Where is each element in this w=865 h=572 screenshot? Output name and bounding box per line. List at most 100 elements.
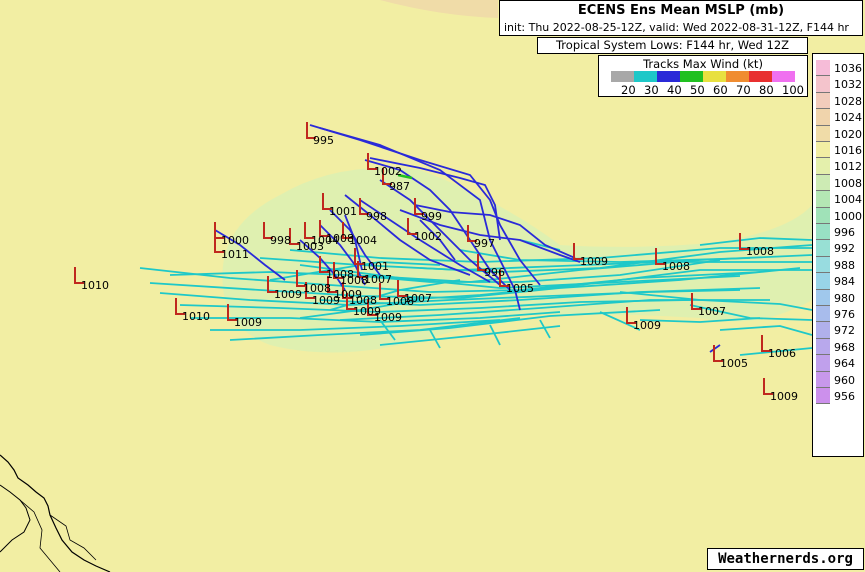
colorbar-cell: [816, 388, 830, 405]
low-pressure-label: 1010: [182, 310, 210, 323]
low-pressure-label: 1005: [506, 282, 534, 295]
low-pressure-label: 1002: [414, 230, 442, 243]
wind-swatch: [657, 71, 680, 82]
wind-label: 80: [759, 83, 774, 97]
low-pressure-label: 1008: [386, 295, 414, 308]
colorbar-label: 1032: [834, 78, 862, 92]
colorbar-cell: [816, 174, 830, 192]
colorbar-cell: [816, 256, 830, 274]
wind-label: 20: [621, 83, 636, 97]
colorbar-label: 964: [834, 357, 855, 371]
low-pressure-label: 1009: [580, 255, 608, 268]
low-pressure-label: 1006: [768, 347, 796, 360]
lows-title: Tropical System Lows: F144 hr, Wed 12Z: [537, 37, 808, 54]
wind-label: 60: [713, 83, 728, 97]
low-pressure-label: 995: [313, 134, 334, 147]
map-subtitle: init: Thu 2022-08-25-12Z, valid: Wed 202…: [504, 21, 849, 34]
wind-label: 70: [736, 83, 751, 97]
pressure-colorbar: 1036 1032 1028 1024 1020 1016 1012 1008 1004 1000…: [812, 53, 864, 457]
colorbar-cell: [816, 207, 830, 224]
colorbar-label: 956: [834, 390, 855, 403]
colorbar-label: 960: [834, 373, 855, 387]
low-pressure-label: 1004: [349, 234, 377, 247]
wind-legend: Tracks Max Wind (kt) 20 30 40 50 60 70 80 100: [598, 55, 808, 97]
colorbar-cell: [816, 338, 830, 356]
low-pressure-label: 997: [474, 237, 495, 250]
low-pressure-label: 1008: [349, 294, 377, 307]
colorbar-label: 976: [834, 308, 855, 321]
colorbar-cell: [816, 76, 830, 93]
colorbar-label: 968: [834, 340, 855, 354]
colorbar-label: 1008: [834, 176, 862, 190]
low-pressure-label: 1009: [234, 316, 262, 329]
low-pressure-label: 987: [389, 180, 410, 193]
colorbar-label: 1020: [834, 127, 862, 141]
colorbar-cell: [816, 306, 830, 323]
brand-label: Weathernerds.org: [707, 548, 864, 570]
low-pressure-label: 1000: [221, 234, 249, 247]
wind-labels: 20 30 40 50 60 70 80 100: [621, 83, 805, 97]
wind-label: 100: [782, 83, 804, 97]
low-pressure-label: 1001: [361, 260, 389, 273]
colorbar-cell: [816, 92, 830, 110]
low-pressure-label: 1010: [81, 279, 109, 292]
colorbar-cell: [816, 322, 830, 339]
low-pressure-label: 1007: [364, 273, 392, 286]
wind-label: 50: [690, 83, 705, 97]
wind-label: 30: [644, 83, 659, 97]
colorbar-cell: [816, 191, 830, 208]
colorbar-cell: [816, 355, 830, 372]
low-pressure-label: 1009: [633, 319, 661, 332]
map-title: ECENS Ens Mean MSLP (mb): [577, 3, 785, 18]
colorbar-label: 1016: [834, 144, 862, 157]
wind-swatches: [611, 71, 795, 82]
low-pressure-label: 1002: [374, 165, 402, 178]
colorbar-cell: [816, 273, 830, 290]
low-pressure-label: 1009: [374, 311, 402, 324]
colorbar-label: 1000: [834, 209, 862, 223]
title-box: ECENS Ens Mean MSLP (mb) init: Thu 2022-…: [499, 0, 863, 36]
colorbar-label: 1028: [834, 94, 862, 108]
low-pressure-label: 1008: [662, 260, 690, 273]
colorbar-label: 980: [834, 291, 855, 305]
colorbar-cell: [816, 109, 830, 126]
colorbar-cell: [816, 371, 830, 388]
colorbar-cell: [816, 158, 830, 175]
wind-swatch: [703, 71, 726, 82]
low-pressure-label: 1008: [340, 274, 368, 287]
low-pressure-label: 1003: [296, 240, 324, 253]
low-pressure-label: 1005: [720, 357, 748, 370]
colorbar-label: 992: [834, 242, 855, 256]
low-pressure-label: 1011: [221, 248, 249, 261]
colorbar-label: 988: [834, 258, 855, 272]
low-pressure-label: 1009: [770, 390, 798, 403]
colorbar-label: 1024: [834, 111, 862, 125]
colorbar-cell: [816, 60, 830, 77]
colorbar-cell: [816, 224, 830, 241]
low-pressure-label: 998: [270, 234, 291, 247]
wind-swatch: [680, 71, 703, 82]
wind-swatch: [726, 71, 749, 82]
colorbar-cell: [816, 142, 830, 159]
low-pressure-label: 1009: [274, 288, 302, 301]
low-pressure-label: 1007: [698, 305, 726, 318]
wind-swatch: [749, 71, 772, 82]
colorbar-label: 1004: [834, 193, 862, 207]
low-pressure-label: 996: [484, 266, 505, 279]
wind-swatch: [611, 71, 634, 82]
wind-legend-title: Tracks Max Wind (kt): [643, 57, 763, 71]
wind-swatch: [772, 71, 795, 82]
colorbar-cell: [816, 240, 830, 257]
wind-label: 40: [667, 83, 682, 97]
colorbar-cell: [816, 289, 830, 306]
colorbar-label: 972: [834, 324, 855, 338]
colorbar-label: 1012: [834, 160, 862, 174]
colorbar-label: 1036: [834, 62, 862, 75]
low-pressure-label: 999: [421, 210, 442, 223]
wind-swatch: [634, 71, 657, 82]
colorbar-cell: [816, 125, 830, 142]
colorbar-label: 984: [834, 275, 855, 289]
low-pressure-label: 998: [366, 210, 387, 223]
colorbar-label: 996: [834, 226, 855, 239]
low-pressure-label: 1008: [746, 245, 774, 258]
